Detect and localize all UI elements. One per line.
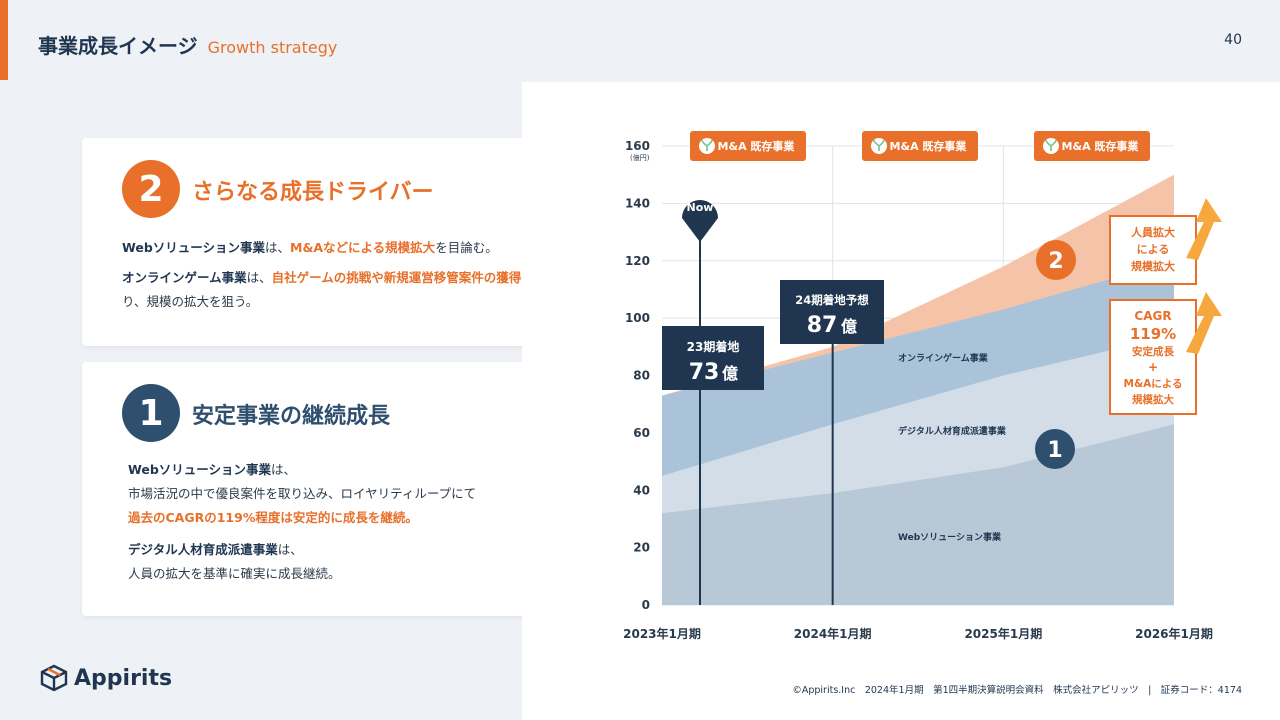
badge-2: 2 (122, 160, 180, 218)
marker-1-label: 1 (1047, 438, 1062, 463)
callout-24-unit: 億 (841, 317, 857, 336)
web-solution-label: Webソリューション事業 (128, 462, 272, 477)
series-label: オンラインゲーム事業 (898, 352, 989, 364)
y-tick-label: 120 (625, 254, 650, 268)
stable-growth-heading: 安定事業の継続成長 (192, 404, 391, 429)
badge-1: 1 (122, 384, 180, 442)
ma-label-text: M&A 既存事業 (1062, 139, 1140, 153)
side-box-2-line: 安定成長 (1132, 345, 1174, 358)
stable-growth-text-1: Webソリューション事業は、 市場活況の中で優良案件を取り込み、ロイヤリティルー… (128, 458, 568, 529)
y-tick-label: 140 (625, 196, 650, 210)
growth-driver-text-1: Webソリューション事業は、M&Aなどによる規模拡大を目論む。 (122, 236, 562, 260)
x-tick-label: 2023年1月期 (623, 626, 701, 641)
growth-driver-card: 2 さらなる成長ドライバー Webソリューション事業は、M&Aなどによる規模拡大… (82, 138, 582, 346)
side-box-2-line: + (1148, 360, 1158, 374)
growth-driver-text-2: オンラインゲーム事業は、自社ゲームの挑戦や新規運営移管案件の獲得等により、規模の… (122, 266, 562, 314)
x-tick-label: 2025年1月期 (964, 626, 1042, 641)
web-solution-label: Webソリューション事業 (122, 240, 266, 255)
y-tick-label: 20 (633, 541, 650, 555)
page-subtitle: Growth strategy (207, 38, 338, 57)
footer-text: ©Appirits.Inc 2024年1月期 第1四半期決算説明会資料 株式会社… (792, 685, 1242, 696)
market-text: 市場活況の中で優良案件を取り込み、ロイヤリティループにて (128, 485, 477, 501)
y-unit-label: (億円) (630, 153, 650, 162)
digital-hr-label: デジタル人材育成派遣事業 (128, 542, 278, 557)
y-tick-label: 40 (633, 483, 650, 497)
side-box-2-line: 規模拡大 (1132, 393, 1174, 406)
highlight-cagr: 過去のCAGRの119%程度は安定的に成長を継続。 (128, 509, 418, 525)
online-game-label: オンラインゲーム事業 (122, 270, 247, 285)
company-logo: Appirits (40, 664, 172, 692)
callout-23-label: 23期着地 (687, 339, 740, 354)
cube-logo-icon (40, 664, 68, 692)
side-box-2-line: CAGR (1134, 309, 1171, 323)
text-particle: は、 (246, 270, 272, 285)
text-end: を目論む。 (435, 240, 498, 255)
y-tick-label: 160 (625, 139, 650, 153)
y-tick-label: 80 (633, 369, 650, 383)
callout-24-value: 87 (807, 313, 838, 338)
highlight-ma: M&Aなどによる規模拡大 (290, 240, 436, 255)
hr-text: 人員の拡大を基準に確実に成長継続。 (128, 565, 341, 581)
y-tick-label: 60 (633, 426, 650, 440)
side-box-1-line: による (1137, 243, 1170, 256)
growth-area-chart: 0 20 40 60 80 100 120 140 160(億円) Webソリューション事業デジタ… (623, 131, 1222, 641)
text-particle: は、 (277, 542, 303, 557)
x-tick-label: 2024年1月期 (794, 626, 872, 641)
growth-driver-heading: さらなる成長ドライバー (192, 180, 434, 205)
series-label: デジタル人材育成派遣事業 (898, 425, 1007, 437)
y-tick-label: 100 (625, 311, 650, 325)
stable-growth-text-2: デジタル人材育成派遣事業は、 人員の拡大を基準に確実に成長継続。 (128, 538, 568, 586)
logo-text: Appirits (74, 665, 173, 691)
side-box-1-line: 規模拡大 (1131, 259, 1175, 273)
x-tick-label: 2026年1月期 (1135, 626, 1213, 641)
header-accent-bar (0, 0, 8, 80)
marker-2-label: 2 (1048, 249, 1063, 274)
series-label: Webソリューション事業 (898, 531, 1002, 543)
ma-label-text: M&A 既存事業 (718, 139, 796, 153)
page-title: 事業成長イメージ (38, 34, 198, 58)
page-header: 事業成長イメージ Growth strategy (38, 30, 337, 59)
stable-growth-card: 1 安定事業の継続成長 Webソリューション事業は、 市場活況の中で優良案件を取… (82, 362, 582, 616)
highlight-game: 自社ゲームの挑戦や新規運営移管案件の獲得 (271, 270, 522, 285)
side-box-1-line: 人員拡大 (1131, 225, 1175, 239)
text-particle: は、 (265, 240, 291, 255)
y-tick-label: 0 (642, 598, 650, 612)
side-box-2-line: 119% (1130, 325, 1176, 343)
side-box-2-line: M&Aによる (1124, 378, 1183, 390)
ma-label-text: M&A 既存事業 (890, 139, 968, 153)
chart-panel: 0 20 40 60 80 100 120 140 160 (億円) Webソリューション事業 デジタ… (522, 82, 1280, 720)
text-particle: は、 (271, 462, 297, 477)
now-pin-label: Now (687, 201, 714, 214)
page-number: 40 (1224, 32, 1242, 48)
callout-23-value: 73 (689, 360, 720, 385)
callout-23-unit: 億 (722, 364, 738, 383)
callout-24-label: 24期着地予想 (795, 293, 869, 307)
